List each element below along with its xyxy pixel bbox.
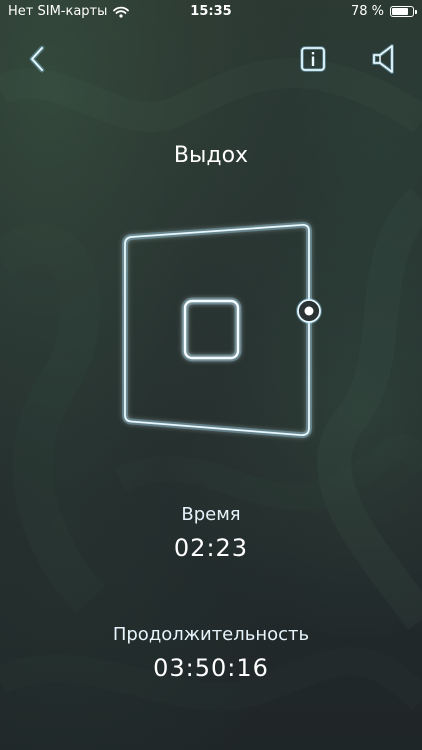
battery-level-fill bbox=[392, 8, 408, 15]
back-button[interactable] bbox=[24, 44, 52, 74]
status-bar: Нет SIM-карты 15:35 78 % bbox=[0, 0, 422, 24]
info-button[interactable] bbox=[299, 45, 327, 73]
inner-breath-square bbox=[181, 297, 242, 362]
chevron-left-icon bbox=[29, 45, 45, 73]
status-right: 78 % bbox=[350, 4, 417, 19]
duration-label: Продолжительность bbox=[112, 624, 310, 645]
outer-breath-frame bbox=[122, 221, 312, 439]
time-label: Время bbox=[181, 504, 241, 525]
sound-button[interactable] bbox=[370, 43, 400, 75]
breath-phase-title: Выдох bbox=[173, 143, 249, 168]
time-value: 02:23 bbox=[173, 534, 249, 562]
breath-square-figure bbox=[122, 221, 312, 439]
speaker-icon bbox=[372, 44, 394, 74]
info-icon bbox=[300, 46, 326, 72]
battery-percent: 78 % bbox=[350, 4, 384, 19]
battery-icon bbox=[390, 6, 417, 17]
duration-value: 03:50:16 bbox=[153, 654, 269, 682]
progress-handle[interactable] bbox=[296, 298, 322, 324]
breathing-screen: Нет SIM-карты 15:35 78 % Выдох Время 02:… bbox=[0, 0, 422, 750]
